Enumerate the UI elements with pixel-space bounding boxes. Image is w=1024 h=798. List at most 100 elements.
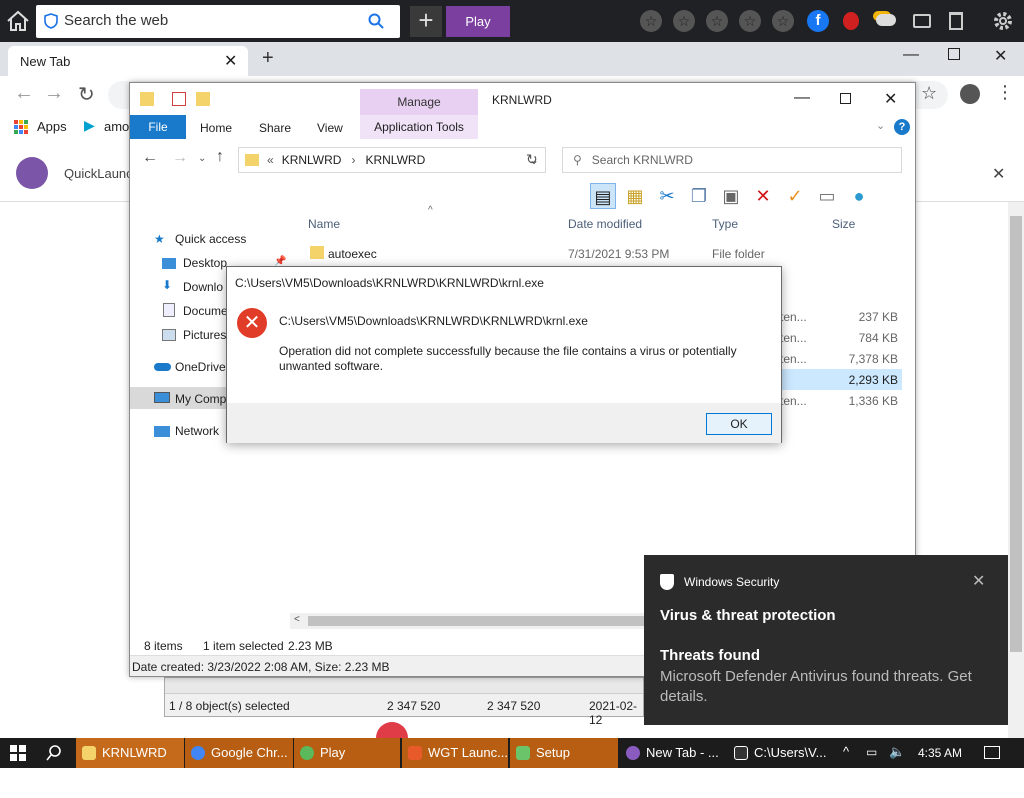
close-icon[interactable]: ✕ xyxy=(994,46,1007,66)
taskbar-item-setup[interactable]: Setup xyxy=(510,738,618,768)
close-icon[interactable]: ✕ xyxy=(992,164,1005,184)
globe-icon[interactable]: ● xyxy=(846,183,872,209)
cut-icon[interactable]: ✂ xyxy=(654,183,680,209)
tab-share[interactable]: Share xyxy=(259,121,291,135)
facebook-icon[interactable]: f xyxy=(807,10,829,32)
bookmark-amo[interactable]: amo xyxy=(104,119,129,134)
checkmark-icon[interactable]: ✓ xyxy=(782,183,808,209)
chevron-up-icon[interactable]: ^ xyxy=(843,744,849,759)
copy-icon[interactable]: ❐ xyxy=(686,183,712,209)
forward-icon[interactable]: → xyxy=(44,82,64,105)
close-icon[interactable]: ✕ xyxy=(972,571,985,591)
bookmark-star-icon[interactable]: ☆ xyxy=(921,83,937,104)
address-segment[interactable]: KRNLWRD xyxy=(365,153,425,167)
home-icon[interactable] xyxy=(6,10,30,32)
maximize-icon[interactable] xyxy=(840,93,851,104)
star-icon[interactable]: ☆ xyxy=(673,10,695,32)
tab-new-tab[interactable]: New Tab ✕ xyxy=(8,46,248,76)
taskbar-item-chrome[interactable]: Google Chr... xyxy=(185,738,293,768)
volume-icon[interactable]: 🔈 xyxy=(889,744,905,760)
play-button[interactable]: Play xyxy=(446,6,510,37)
nav-desktop[interactable]: Desktop xyxy=(183,256,227,270)
layout-icon[interactable]: ▤ xyxy=(590,183,616,209)
open-icon[interactable]: ▦ xyxy=(622,183,648,209)
col-name[interactable]: Name xyxy=(308,217,340,231)
tab-file[interactable]: File xyxy=(130,115,186,139)
taskbar-item-cmd[interactable]: C:\Users\V... xyxy=(728,738,834,768)
explorer-search-box[interactable]: ⚲ Search KRNLWRD xyxy=(562,147,902,173)
tab-home[interactable]: Home xyxy=(200,121,232,135)
paste-icon[interactable]: ▣ xyxy=(718,183,744,209)
security-toast[interactable]: Windows Security ✕ Virus & threat protec… xyxy=(644,555,1008,725)
ladybug-icon[interactable] xyxy=(843,12,859,30)
menu-icon[interactable]: ⋮ xyxy=(996,82,1014,103)
star-icon[interactable]: ☆ xyxy=(772,10,794,32)
weather-icon[interactable] xyxy=(876,14,896,26)
chevron-down-icon[interactable]: ⌄ xyxy=(876,119,885,132)
nav-pictures[interactable]: Pictures xyxy=(183,328,226,342)
nav-documents[interactable]: Docume xyxy=(183,304,228,318)
nav-onedrive[interactable]: OneDrive xyxy=(175,360,226,374)
search-icon[interactable] xyxy=(46,745,62,761)
star-icon[interactable]: ☆ xyxy=(739,10,761,32)
nav-downloads[interactable]: Downlo xyxy=(183,280,223,294)
profile-icon[interactable] xyxy=(960,84,980,104)
star-icon[interactable]: ☆ xyxy=(640,10,662,32)
taskbar-item-wgt[interactable]: WGT Launc... xyxy=(402,738,508,768)
network-icon[interactable]: ▭ xyxy=(866,745,877,759)
chevron-down-icon[interactable]: ⌄ xyxy=(198,153,206,164)
bookmark-apps[interactable]: Apps xyxy=(37,119,67,134)
windows-start-icon[interactable] xyxy=(10,745,26,761)
explorer-address-bar[interactable]: « KRNLWRD › KRNLWRD ⌄ xyxy=(238,147,546,173)
taskbar-item-newtab[interactable]: New Tab - ... xyxy=(620,738,726,768)
rename-icon[interactable]: ▭ xyxy=(814,183,840,209)
nav-quick-access[interactable]: Quick access xyxy=(175,232,246,246)
quicklaunch-label[interactable]: QuickLaunc xyxy=(64,166,133,181)
refresh-icon[interactable]: ↻ xyxy=(526,151,538,168)
panel-scrollbar[interactable] xyxy=(165,678,643,694)
properties-icon[interactable] xyxy=(172,92,186,106)
star-icon[interactable]: ☆ xyxy=(706,10,728,32)
close-icon[interactable]: ✕ xyxy=(884,89,897,109)
add-button[interactable]: + xyxy=(410,6,442,37)
restore-icon[interactable] xyxy=(948,48,960,60)
taskbar-item-krnlwrd[interactable]: KRNLWRD xyxy=(76,738,184,768)
reload-icon[interactable]: ↻ xyxy=(78,82,95,107)
nav-network[interactable]: Network xyxy=(175,424,219,438)
address-segment[interactable]: KRNLWRD xyxy=(282,153,342,167)
folder-icon[interactable] xyxy=(913,14,931,28)
scrollbar-thumb[interactable] xyxy=(1010,216,1022,652)
taskbar-item-play[interactable]: Play Among... xyxy=(294,738,400,790)
table-row-selected[interactable]: 2,293 KB xyxy=(770,369,902,390)
address-overflow[interactable]: « xyxy=(267,153,274,167)
minimize-icon[interactable]: — xyxy=(794,89,810,107)
tab-manage[interactable]: Manage xyxy=(360,89,478,115)
forward-icon[interactable]: → xyxy=(172,149,188,167)
minimize-icon[interactable]: — xyxy=(903,46,919,64)
col-type[interactable]: Type xyxy=(712,217,738,231)
back-icon[interactable]: ← xyxy=(142,149,158,167)
new-folder-icon[interactable] xyxy=(196,92,210,106)
table-row[interactable]: autoexec 7/31/2021 9:53 PM File folder xyxy=(300,243,906,264)
notifications-icon[interactable] xyxy=(984,746,1000,759)
help-icon[interactable]: ? xyxy=(894,119,910,135)
web-search-box[interactable]: Search the web xyxy=(36,5,400,38)
ok-button[interactable]: OK xyxy=(706,413,772,435)
page-scrollbar[interactable] xyxy=(1008,202,1024,738)
trash-icon[interactable] xyxy=(949,12,963,30)
up-icon[interactable]: ↑ xyxy=(216,148,224,166)
tab-view[interactable]: View xyxy=(317,121,343,135)
search-icon[interactable] xyxy=(368,13,384,29)
delete-icon[interactable]: ✕ xyxy=(750,183,776,209)
address-separator[interactable]: › xyxy=(351,153,355,167)
col-date[interactable]: Date modified xyxy=(568,217,642,231)
nav-my-computer[interactable]: My Comp xyxy=(175,392,226,406)
new-tab-icon[interactable]: + xyxy=(262,47,274,70)
close-tab-icon[interactable]: ✕ xyxy=(224,51,237,71)
scroll-left-icon[interactable]: < xyxy=(294,614,300,625)
tab-application-tools[interactable]: Application Tools xyxy=(360,115,478,139)
gear-icon[interactable] xyxy=(992,10,1014,32)
back-icon[interactable]: ← xyxy=(14,82,34,105)
col-size[interactable]: Size xyxy=(832,217,855,231)
clock-time[interactable]: 4:35 AM xyxy=(918,746,962,760)
